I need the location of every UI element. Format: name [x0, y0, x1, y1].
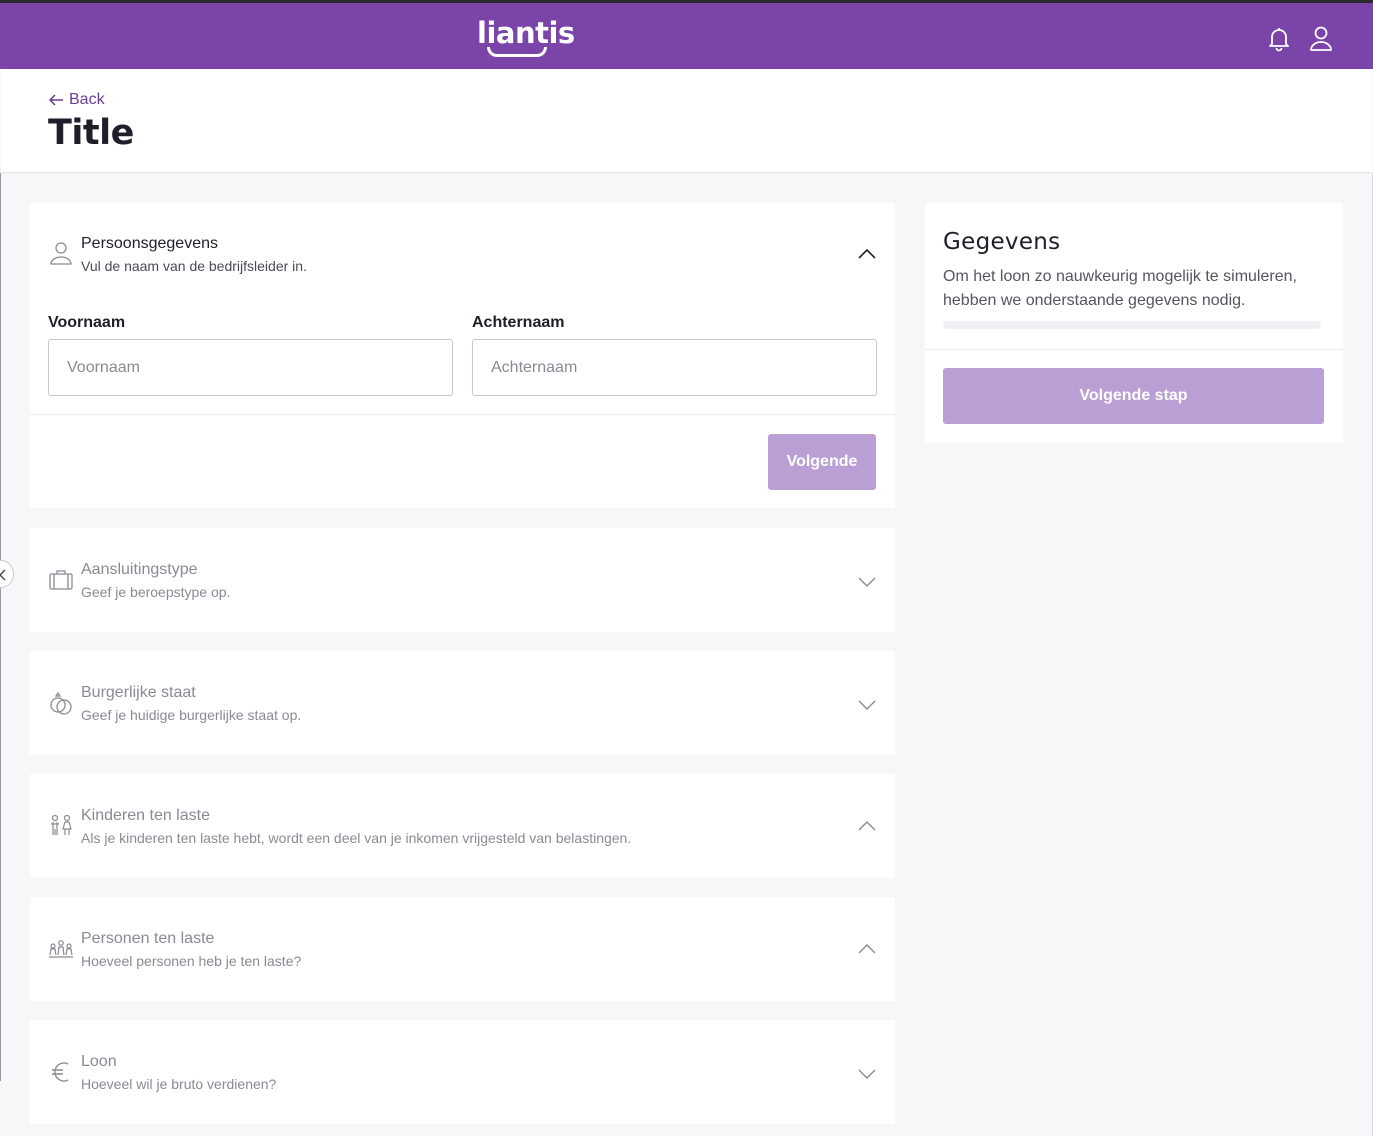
left-border: [0, 173, 1, 1081]
chevron-down-icon[interactable]: [857, 1067, 877, 1079]
logo-smile-mark: [487, 47, 547, 57]
section-personen-ten-laste[interactable]: Personen ten laste Hoeveel personen heb …: [30, 897, 895, 1001]
summary-panel: Gegevens Om het loon zo nauwkeurig mogel…: [925, 203, 1343, 443]
section-title: Kinderen ten laste: [81, 807, 210, 824]
next-step-button[interactable]: Volgende stap: [943, 368, 1324, 424]
section-aansluitingstype[interactable]: Aansluitingstype Geef je beroepstype op.: [30, 528, 895, 632]
chevron-down-icon[interactable]: [857, 698, 877, 710]
person-icon: [48, 240, 74, 266]
children-icon: [48, 813, 74, 839]
section-subtitle: Geef je beroepstype op.: [81, 584, 231, 600]
chevron-left-icon: [0, 569, 6, 581]
back-label: Back: [69, 91, 105, 108]
first-name-input[interactable]: [48, 339, 453, 396]
summary-divider: [925, 349, 1343, 350]
page-title: Title: [48, 113, 134, 153]
chevron-up-icon[interactable]: [857, 942, 877, 954]
section-persoonsgegevens: Persoonsgegevens Vul de naam van de bedr…: [30, 203, 895, 508]
chevron-down-icon[interactable]: [857, 575, 877, 587]
title-bar: Back Title: [1, 69, 1372, 173]
summary-text: Om het loon zo nauwkeurig mogelijk te si…: [943, 268, 1297, 309]
section-subtitle: Als je kinderen ten laste hebt, wordt ee…: [81, 830, 632, 846]
summary-title: Gegevens: [943, 229, 1061, 255]
first-name-label: Voornaam: [48, 314, 126, 331]
arrow-left-icon: [48, 94, 63, 106]
bell-icon[interactable]: [1265, 24, 1293, 52]
chevron-up-icon[interactable]: [857, 819, 877, 831]
section-subtitle: Hoeveel wil je bruto verdienen?: [81, 1076, 277, 1092]
rings-icon: [48, 690, 74, 716]
section-subtitle: Hoeveel personen heb je ten laste?: [81, 953, 302, 969]
section-burgerlijke-staat[interactable]: Burgerlijke staat Geef je huidige burger…: [30, 651, 895, 755]
family-icon: [48, 936, 74, 962]
section-title: Persoonsgegevens: [81, 235, 218, 252]
briefcase-icon: [48, 567, 74, 593]
section-title: Burgerlijke staat: [81, 684, 196, 701]
euro-icon: [48, 1059, 74, 1085]
section-kinderen-ten-laste[interactable]: Kinderen ten laste Als je kinderen ten l…: [30, 774, 895, 878]
liantis-logo[interactable]: liantis: [477, 17, 575, 49]
user-icon[interactable]: [1307, 24, 1335, 52]
section-divider: [30, 414, 895, 415]
last-name-label: Achternaam: [472, 314, 565, 331]
section-subtitle: Geef je huidige burgerlijke staat op.: [81, 707, 302, 723]
chevron-up-icon[interactable]: [857, 247, 877, 259]
progress-bar: [943, 321, 1321, 329]
section-title: Personen ten laste: [81, 930, 215, 947]
next-button[interactable]: Volgende: [768, 434, 876, 490]
last-name-input[interactable]: [472, 339, 877, 396]
section-title: Aansluitingstype: [81, 561, 198, 578]
section-subtitle: Vul de naam van de bedrijfsleider in.: [81, 258, 307, 274]
app-header: liantis: [0, 3, 1373, 69]
collapse-handle[interactable]: [0, 560, 14, 588]
back-link[interactable]: Back: [48, 91, 105, 109]
section-title: Loon: [81, 1053, 117, 1070]
section-loon[interactable]: Loon Hoeveel wil je bruto verdienen?: [30, 1020, 895, 1124]
